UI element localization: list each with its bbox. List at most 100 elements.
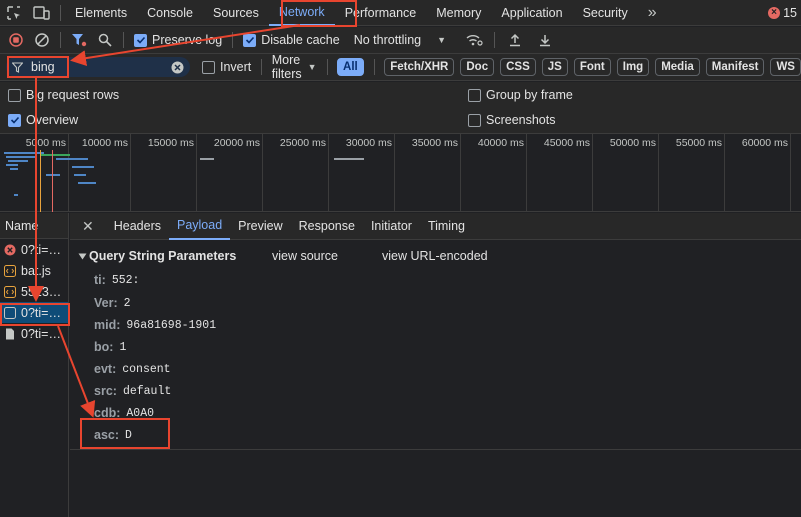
type-filter-fetch-xhr[interactable]: Fetch/XHR — [384, 58, 455, 76]
type-filter-js[interactable]: JS — [541, 58, 568, 76]
invert-label: Invert — [220, 60, 252, 74]
type-filter-doc[interactable]: Doc — [460, 58, 495, 76]
download-icon[interactable] — [531, 28, 559, 52]
checkmark-icon — [134, 33, 147, 47]
param-row: src: default — [94, 384, 172, 398]
preserve-log-checkbox[interactable]: Preserve log — [134, 33, 222, 47]
waterfall-bar — [10, 168, 18, 170]
big-request-rows-checkbox[interactable]: Big request rows — [8, 88, 119, 102]
tab-response[interactable]: Response — [291, 213, 363, 240]
timeline-overview[interactable]: 5000 ms 10000 ms 15000 ms 20000 ms 25000… — [0, 134, 801, 212]
timeline-tick: 40000 ms — [478, 134, 527, 212]
param-row: cdb: A0A0 — [94, 406, 154, 420]
tab-timing[interactable]: Timing — [420, 213, 473, 240]
request-row[interactable]: 0?ti=… — [0, 323, 68, 344]
checkbox-empty-icon — [468, 113, 481, 127]
devtools-tab-bar: Elements Console Sources Network Perform… — [0, 0, 801, 26]
tab-sources[interactable]: Sources — [203, 0, 269, 26]
timeline-tick: 45000 ms — [544, 134, 593, 212]
tab-performance[interactable]: Performance — [335, 0, 427, 26]
close-icon[interactable]: ✕ — [70, 213, 106, 240]
clear-filter-icon[interactable] — [171, 61, 184, 74]
type-filter-css[interactable]: CSS — [500, 58, 536, 76]
more-filters-dropdown[interactable]: More filters ▼ — [272, 53, 317, 81]
waterfall-bar — [6, 156, 36, 158]
type-filter-all[interactable]: All — [337, 58, 364, 76]
type-filter-ws[interactable]: WS — [770, 58, 801, 76]
waterfall-bar — [78, 182, 96, 184]
big-request-rows-label: Big request rows — [26, 88, 120, 102]
timeline-tick: 5000 ms — [26, 134, 69, 212]
section-toggle[interactable]: Query String Parameters — [78, 249, 236, 263]
divider — [232, 32, 234, 48]
error-counter[interactable]: × 15 — [768, 6, 801, 20]
timeline-tick: 35000 ms — [412, 134, 461, 212]
screenshots-label: Screenshots — [486, 113, 556, 127]
clear-icon[interactable] — [30, 28, 54, 52]
tab-application[interactable]: Application — [491, 0, 572, 26]
section-title: Query String Parameters — [89, 249, 237, 263]
filter-icon[interactable] — [67, 28, 91, 52]
error-count: 15 — [783, 5, 797, 20]
request-name: 5523… — [21, 284, 62, 299]
request-row[interactable]: 0?ti=… — [0, 239, 68, 260]
throttling-select[interactable]: No throttling ▼ — [354, 33, 446, 47]
tab-network[interactable]: Network — [268, 0, 335, 26]
error-icon: × — [768, 6, 781, 19]
tab-memory[interactable]: Memory — [426, 0, 491, 26]
upload-icon[interactable] — [501, 28, 529, 52]
param-row: evt: consent — [94, 362, 171, 376]
checkbox-empty-icon — [202, 60, 215, 74]
timeline-tick: 25000 ms — [280, 134, 329, 212]
throttling-value: No throttling — [353, 33, 422, 47]
request-name: 0?ti=… — [21, 326, 61, 341]
tab-initiator[interactable]: Initiator — [363, 213, 420, 240]
filter-input[interactable] — [31, 60, 171, 74]
record-stop-icon[interactable] — [4, 28, 28, 52]
inspect-element-icon[interactable] — [0, 0, 28, 26]
preserve-log-label: Preserve log — [152, 33, 223, 47]
type-filter-font[interactable]: Font — [573, 58, 611, 76]
request-list: Name 0?ti=… bat.js 5523… 0?ti=… 0?ti=… — [0, 213, 69, 517]
timeline-tick: 30000 ms — [346, 134, 395, 212]
waterfall-bar — [74, 174, 86, 176]
divider — [123, 32, 124, 48]
view-source-link[interactable]: view source — [272, 249, 338, 263]
screenshots-checkbox[interactable]: Screenshots — [468, 113, 555, 127]
view-url-encoded-link[interactable]: view URL-encoded — [382, 249, 488, 263]
request-name: 0?ti=… — [21, 242, 61, 257]
search-icon[interactable] — [93, 28, 117, 52]
tab-headers[interactable]: Headers — [106, 213, 169, 240]
tab-payload[interactable]: Payload — [168, 213, 231, 240]
overview-checkbox[interactable]: Overview — [8, 113, 78, 127]
waterfall-bar — [70, 158, 88, 160]
filter-input-wrapper[interactable] — [6, 57, 190, 77]
group-by-frame-checkbox[interactable]: Group by frame — [468, 88, 573, 102]
checkmark-icon — [8, 113, 21, 127]
request-row-selected[interactable]: 0?ti=… — [0, 302, 68, 323]
timeline-tick: 10000 ms — [82, 134, 131, 212]
timeline-tick: 20000 ms — [214, 134, 263, 212]
device-toolbar-icon[interactable] — [28, 0, 56, 26]
type-filter-media[interactable]: Media — [655, 58, 700, 76]
chevron-down-icon: ▼ — [307, 62, 317, 72]
tab-console[interactable]: Console — [137, 0, 203, 26]
disable-cache-checkbox[interactable]: Disable cache — [243, 33, 340, 47]
request-row[interactable]: bat.js — [0, 260, 68, 281]
network-conditions-icon[interactable] — [460, 28, 488, 52]
name-column-header[interactable]: Name — [0, 213, 68, 239]
request-row[interactable]: 5523… — [0, 281, 68, 302]
param-row: Ver: 2 — [94, 296, 131, 310]
type-filter-manifest[interactable]: Manifest — [705, 58, 765, 76]
tab-preview[interactable]: Preview — [230, 213, 290, 240]
more-tabs-button[interactable]: » — [638, 0, 667, 26]
waterfall-bar — [334, 158, 364, 160]
waterfall-bar — [6, 164, 18, 166]
waterfall-bar — [4, 152, 44, 154]
invert-checkbox[interactable]: Invert — [202, 60, 251, 74]
type-filter-img[interactable]: Img — [616, 58, 650, 76]
tab-elements[interactable]: Elements — [65, 0, 137, 26]
chevron-down-icon: ▼ — [437, 35, 447, 45]
tab-security[interactable]: Security — [573, 0, 638, 26]
checkbox-empty-icon — [8, 88, 21, 102]
